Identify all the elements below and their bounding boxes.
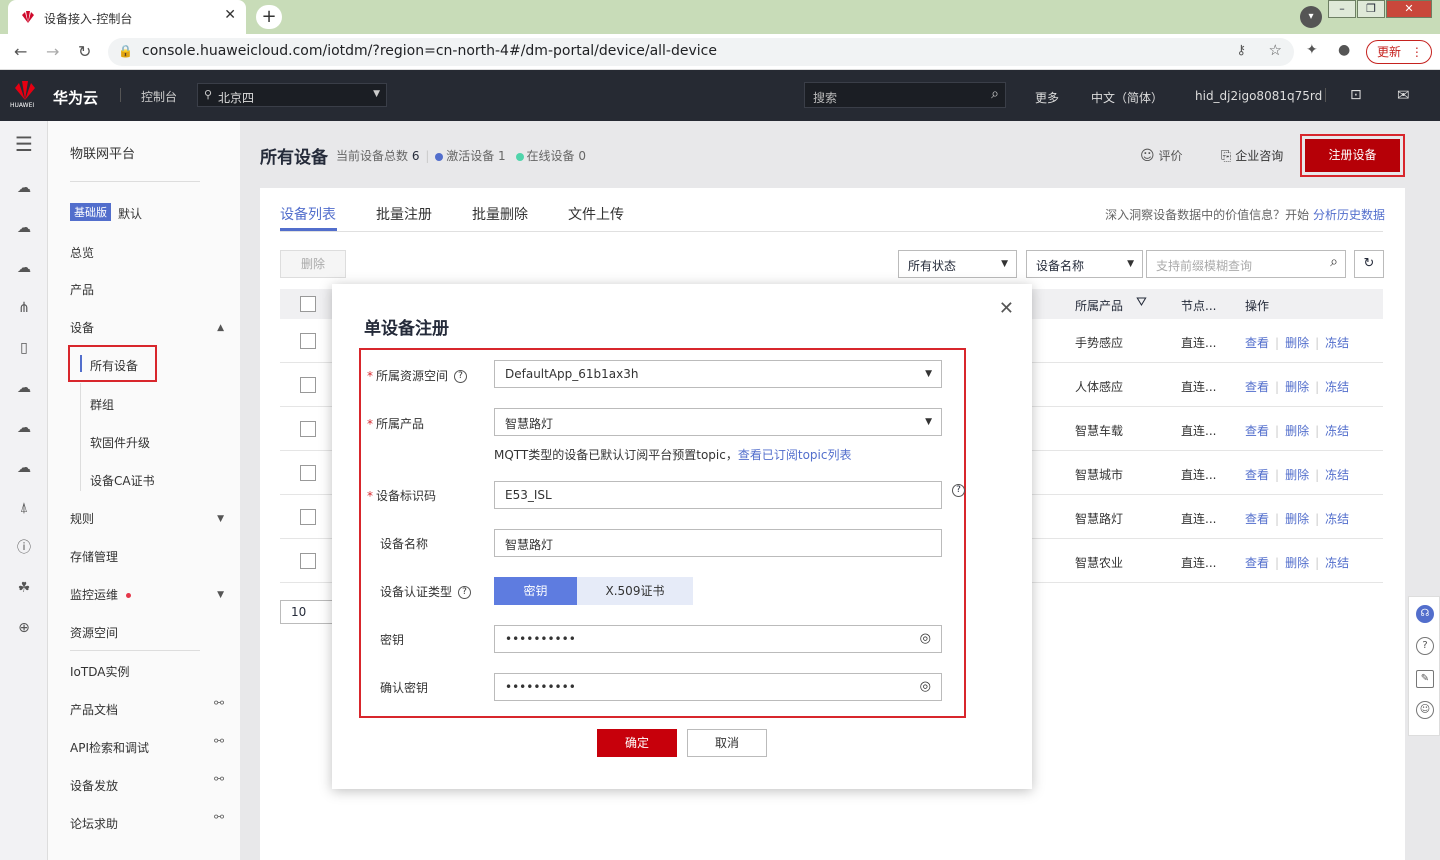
device-name-input[interactable]: 智慧路灯 (494, 529, 942, 557)
resource-space-value: DefaultApp_61b1ax3h (505, 367, 639, 381)
help-icon[interactable]: ? (454, 370, 468, 383)
address-bar[interactable]: 🔒 console.huaweicloud.com/iotdm/?region=… (108, 38, 1294, 66)
node-id-value: E53_ISL (505, 488, 552, 502)
url-text: console.huaweicloud.com/iotdm/?region=cn… (142, 43, 717, 59)
region-value: 北京四 (218, 91, 255, 105)
lock-icon: 🔒 (118, 44, 133, 58)
confirm-button[interactable]: 确定 (597, 729, 677, 757)
node-id-input[interactable]: E53_ISL (494, 481, 942, 509)
chevron-down-icon: ▼ (925, 417, 932, 427)
secret-label: 密钥 (380, 633, 405, 647)
update-browser-button[interactable]: 更新 ⋮ (1366, 40, 1432, 64)
key-icon[interactable]: ⚷ (1236, 43, 1246, 58)
forward-icon[interactable]: → (46, 42, 59, 61)
auth-type-label: 设备认证类型? (380, 583, 472, 600)
maximize-button[interactable]: ❐ (1357, 0, 1385, 18)
logo-text: HUAWEI (10, 102, 35, 109)
chevron-down-icon: ▼ (373, 89, 380, 99)
browser-toolbar: ← → ↻ 🔒 console.huaweicloud.com/iotdm/?r… (0, 34, 1440, 70)
close-icon[interactable]: ✕ (999, 298, 1014, 319)
bookmark-star-icon[interactable]: ☆ (1269, 41, 1282, 59)
cancel-button[interactable]: 取消 (687, 729, 767, 757)
view-topic-list-link[interactable]: 查看已订阅topic列表 (738, 448, 852, 462)
dialog-title: 单设备注册 (364, 319, 449, 339)
help-icon[interactable]: ? (458, 586, 472, 599)
browser-tab[interactable]: 设备接入-控制台 ✕ (8, 0, 246, 34)
resource-space-select[interactable]: DefaultApp_61b1ax3h ▼ (494, 360, 942, 388)
huawei-favicon-icon (22, 11, 34, 23)
secret-value: •••••••••• (505, 632, 576, 646)
confirm-secret-label: 确认密钥 (380, 681, 429, 695)
terminal-icon[interactable]: ⊡ (1350, 87, 1362, 103)
confirm-secret-value: •••••••••• (505, 680, 576, 694)
close-tab-icon[interactable]: ✕ (224, 7, 236, 23)
account-icon[interactable]: ● (1338, 42, 1350, 58)
mqtt-hint-text: MQTT类型的设备已默认订阅平台预置topic， (494, 448, 738, 462)
node-id-label-text: 设备标识码 (376, 489, 437, 503)
auth-type-x509-option[interactable]: X.509证书 (577, 577, 693, 605)
product-select[interactable]: 智慧路灯 ▼ (494, 408, 942, 436)
auth-type-secret-option[interactable]: 密钥 (494, 577, 577, 605)
minimize-button[interactable]: – (1328, 0, 1356, 18)
region-selector[interactable]: ⚲ 北京四 ▼ (197, 83, 387, 107)
help-icon[interactable]: ? (952, 484, 965, 497)
browser-tab-strip: 设备接入-控制台 ✕ + ▾ – ❐ ✕ (0, 0, 1440, 34)
product-value: 智慧路灯 (505, 417, 554, 431)
user-account-link[interactable]: hid_dj2igo8081q75rd (1195, 89, 1322, 103)
back-icon[interactable]: ← (14, 42, 27, 61)
device-name-label: 设备名称 (380, 537, 429, 551)
extensions-icon[interactable]: ✦ (1306, 42, 1318, 58)
more-link[interactable]: 更多 (1035, 89, 1059, 106)
global-search-input[interactable]: 搜索 ⌕ (804, 82, 1006, 108)
reload-icon[interactable]: ↻ (78, 42, 91, 61)
language-selector[interactable]: 中文（简体） (1091, 89, 1163, 106)
product-label-text: 所属产品 (376, 417, 425, 431)
node-id-label: * 设备标识码 (367, 489, 437, 503)
window-controls: – ❐ ✕ (1327, 0, 1432, 20)
auth-type-label-text: 设备认证类型 (380, 585, 453, 599)
product-label: * 所属产品 (367, 417, 425, 431)
eye-hidden-icon[interactable]: ◎ (920, 679, 931, 694)
device-name-value: 智慧路灯 (505, 538, 554, 552)
confirm-secret-input[interactable]: •••••••••• ◎ (494, 673, 942, 701)
chevron-down-icon: ▼ (925, 369, 932, 379)
resource-space-label-text: 所属资源空间 (376, 369, 449, 383)
resource-space-label: * 所属资源空间? (367, 367, 468, 384)
brand-name[interactable]: 华为云 (53, 87, 98, 108)
close-window-button[interactable]: ✕ (1386, 0, 1432, 18)
mail-icon[interactable]: ✉ (1397, 86, 1410, 104)
single-device-register-dialog: 单设备注册 ✕ * 所属资源空间? DefaultApp_61b1ax3h ▼ * 所… (332, 284, 1032, 789)
profile-menu-icon[interactable]: ▾ (1300, 6, 1322, 28)
secret-input[interactable]: •••••••••• ◎ (494, 625, 942, 653)
eye-hidden-icon[interactable]: ◎ (920, 631, 931, 646)
search-icon[interactable]: ⌕ (991, 86, 999, 102)
mqtt-hint: MQTT类型的设备已默认订阅平台预置topic，查看已订阅topic列表 (494, 446, 851, 463)
huawei-logo-icon (15, 81, 35, 100)
search-placeholder: 搜索 (813, 91, 838, 105)
console-link[interactable]: 控制台 (141, 88, 177, 105)
top-navigation-bar: HUAWEI 华为云 控制台 ⚲ 北京四 ▼ 搜索 ⌕ 更多 中文（简体） hi… (0, 70, 1440, 121)
new-tab-button[interactable]: + (256, 5, 282, 29)
browser-tab-title: 设备接入-控制台 (44, 12, 133, 26)
location-pin-icon: ⚲ (204, 88, 213, 101)
huawei-logo[interactable]: HUAWEI (10, 80, 40, 110)
